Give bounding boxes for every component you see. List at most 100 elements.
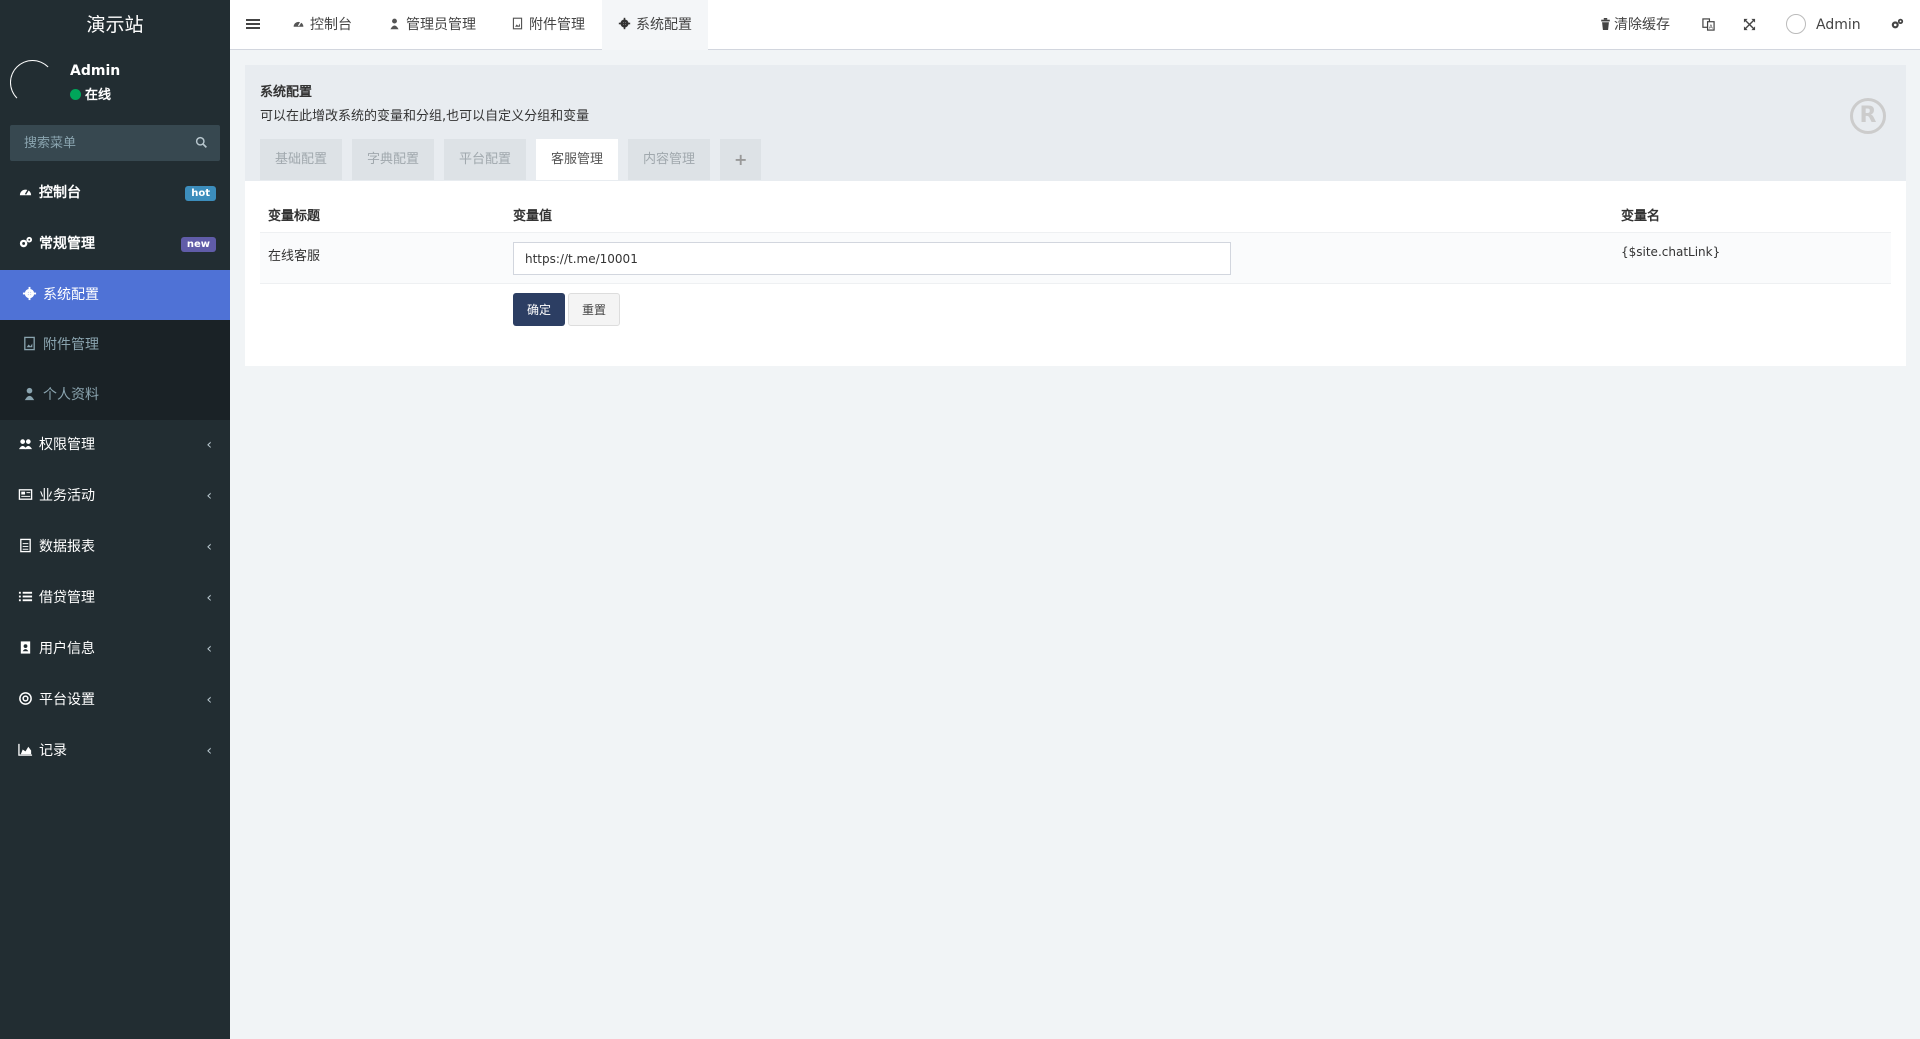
clear-cache-button[interactable]: 清除缓存 <box>1600 0 1670 50</box>
users-icon <box>18 439 33 450</box>
chevron-left-icon: ‹ <box>206 488 212 504</box>
list-icon <box>18 591 33 602</box>
sidebar-item-user-info[interactable]: 用户信息 ‹ <box>0 624 230 675</box>
sidebar-item-reports[interactable]: 数据报表 ‹ <box>0 522 230 573</box>
row-divider <box>260 232 1891 233</box>
sidebar-item-label: 记录 <box>39 743 67 759</box>
chevron-left-icon: ‹ <box>206 590 212 606</box>
clear-cache-label: 清除缓存 <box>1614 17 1670 33</box>
page-title: 系统配置 <box>260 85 313 100</box>
sidebar-item-label: 数据报表 <box>39 539 95 555</box>
hamburger-menu-icon[interactable] <box>246 17 260 31</box>
top-navbar: 控制台 管理员管理 附件管理 系统配置 清除缓存 A Admin <box>230 0 1920 50</box>
search-icon[interactable] <box>195 136 208 149</box>
online-dot-icon <box>70 89 81 100</box>
sidebar-item-profile[interactable]: 个人资料 <box>0 370 230 420</box>
registered-watermark-icon: R <box>1850 98 1886 134</box>
row-variable-name: {$site.chatLink} <box>1621 245 1721 259</box>
chevron-left-icon: ‹ <box>206 692 212 708</box>
submit-button[interactable]: 确定 <box>513 293 565 326</box>
tab-content-management[interactable]: 内容管理 <box>628 139 711 180</box>
sidebar-menu-rest: 权限管理 ‹ 业务活动 ‹ 数据报表 ‹ 借贷管理 ‹ 用户信息 ‹ 平台设置 ‹ 记录 ‹ <box>0 420 230 777</box>
translate-icon: A <box>1702 18 1715 31</box>
sidebar-search <box>10 125 220 161</box>
sidebar: 演示站 Admin 在线 控制台 hot 常规管理 new 系统配置 附件管理 … <box>0 0 230 1039</box>
file-image-icon <box>512 17 523 30</box>
tab-admin-management[interactable]: 管理员管理 <box>372 0 492 50</box>
reset-button[interactable]: 重置 <box>568 293 620 326</box>
trash-icon <box>1601 18 1610 30</box>
sidebar-item-attachments[interactable]: 附件管理 <box>0 320 230 370</box>
sidebar-item-dashboard[interactable]: 控制台 hot <box>0 168 230 219</box>
page-description: 可以在此增改系统的变量和分组,也可以自定义分组和变量 <box>260 109 590 124</box>
sidebar-item-label: 控制台 <box>39 185 81 201</box>
sidebar-item-loans[interactable]: 借贷管理 ‹ <box>0 573 230 624</box>
sidebar-item-permissions[interactable]: 权限管理 ‹ <box>0 420 230 471</box>
sidebar-item-label: 用户信息 <box>39 641 95 657</box>
panel-heading: 系统配置 可以在此增改系统的变量和分组,也可以自定义分组和变量 基础配置 字典配… <box>245 65 1906 181</box>
control-sidebar-toggle[interactable] <box>1890 0 1904 50</box>
app-logo[interactable]: 演示站 <box>0 0 230 50</box>
cogs-icon <box>19 236 33 248</box>
user-menu[interactable]: Admin <box>1786 0 1861 50</box>
dashboard-icon <box>293 21 304 27</box>
tab-system-config[interactable]: 系统配置 <box>602 0 708 50</box>
row-divider <box>260 283 1891 284</box>
sidebar-item-label: 平台设置 <box>39 692 95 708</box>
chevron-left-icon: ‹ <box>206 641 212 657</box>
user-icon <box>24 387 35 401</box>
sidebar-item-business[interactable]: 业务活动 ‹ <box>0 471 230 522</box>
user-panel: Admin 在线 <box>0 50 230 118</box>
sidebar-item-records[interactable]: 记录 ‹ <box>0 726 230 777</box>
search-input[interactable] <box>10 125 220 161</box>
column-header-value: 变量值 <box>513 209 553 224</box>
language-toggle-button[interactable]: A <box>1702 0 1715 50</box>
avatar <box>10 60 55 105</box>
sidebar-item-label: 业务活动 <box>39 488 95 504</box>
tab-dictionary-config[interactable]: 字典配置 <box>352 139 435 180</box>
user-menu-label: Admin <box>1816 17 1861 33</box>
tab-label: 附件管理 <box>529 17 585 33</box>
sidebar-item-label: 权限管理 <box>39 437 95 453</box>
column-header-name: 变量名 <box>1621 209 1661 224</box>
sidebar-menu: 控制台 hot 常规管理 new <box>0 168 230 270</box>
area-chart-icon <box>18 743 33 756</box>
gear-icon <box>618 17 631 30</box>
fullscreen-button[interactable] <box>1743 0 1756 50</box>
hot-badge: hot <box>185 186 216 201</box>
chevron-left-icon: ‹ <box>206 743 212 759</box>
sidebar-item-system-config[interactable]: 系统配置 <box>0 270 230 320</box>
address-book-icon <box>20 641 31 654</box>
chat-link-input[interactable] <box>513 242 1231 275</box>
sidebar-item-label: 借贷管理 <box>39 590 95 606</box>
user-status: 在线 <box>70 84 111 103</box>
tab-label: 系统配置 <box>636 17 692 33</box>
row-title: 在线客服 <box>268 249 321 264</box>
life-ring-icon <box>19 692 32 705</box>
tab-dashboard[interactable]: 控制台 <box>276 0 368 50</box>
tab-platform-config[interactable]: 平台配置 <box>444 139 527 180</box>
user-status-label: 在线 <box>85 88 112 103</box>
tab-basic-config[interactable]: 基础配置 <box>260 139 343 180</box>
tab-customer-service[interactable]: 客服管理 <box>536 139 619 180</box>
sidebar-item-platform-settings[interactable]: 平台设置 ‹ <box>0 675 230 726</box>
dashboard-icon <box>19 189 32 196</box>
sidebar-item-general[interactable]: 常规管理 new <box>0 219 230 270</box>
add-tab-button[interactable]: + <box>720 139 762 180</box>
file-image-icon <box>24 336 35 351</box>
user-name: Admin <box>70 63 121 79</box>
avatar <box>1786 14 1806 34</box>
tab-label: 控制台 <box>310 17 352 33</box>
svg-text:A: A <box>1709 25 1713 31</box>
file-text-icon <box>20 538 31 553</box>
config-tabs: 基础配置 字典配置 平台配置 客服管理 内容管理 + <box>260 139 1891 180</box>
gear-icon <box>22 286 37 301</box>
config-table: 变量标题 变量值 变量名 在线客服 {$site.chatLink} 确定 重置 <box>245 181 1906 366</box>
column-header-title: 变量标题 <box>268 209 321 224</box>
expand-icon <box>1743 18 1756 31</box>
sidebar-item-label: 个人资料 <box>43 387 99 403</box>
chevron-left-icon: ‹ <box>206 539 212 555</box>
tab-attachments[interactable]: 附件管理 <box>495 0 601 50</box>
newspaper-icon <box>18 489 33 500</box>
cogs-icon <box>1891 18 1904 29</box>
